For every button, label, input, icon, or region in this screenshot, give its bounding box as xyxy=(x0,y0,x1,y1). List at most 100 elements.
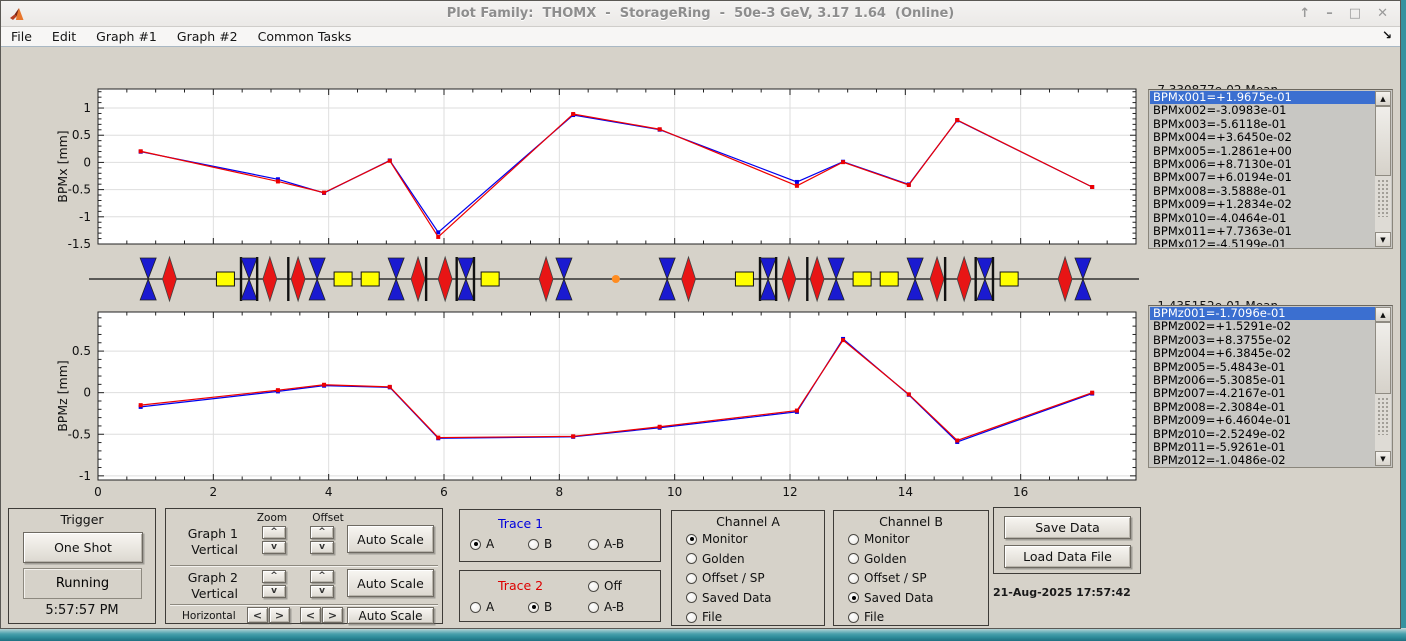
radio-channel-a-monitor[interactable]: Monitor xyxy=(686,532,748,546)
sextupole-icon xyxy=(956,255,972,303)
svg-text:10: 10 xyxy=(667,485,682,499)
minimize-icon[interactable]: – xyxy=(1326,4,1333,24)
radio-trace2-off[interactable]: Off xyxy=(588,579,622,593)
trace1-panel-title: Trace 1 xyxy=(498,516,544,531)
title-bar: Plot Family: THOMX - StorageRing - 50e-3… xyxy=(1,1,1400,27)
list-item[interactable]: BPMx005=-1.2861e+00 xyxy=(1150,144,1375,158)
graph1-zoom-up-button[interactable]: ^ xyxy=(262,526,286,539)
graph2-zoom-up-button[interactable]: ^ xyxy=(262,570,286,583)
radio-label: File xyxy=(864,610,885,624)
bpmx-scrollbar[interactable]: ▲ ▼ xyxy=(1375,91,1391,247)
radio-channel-b-saved-data[interactable]: Saved Data xyxy=(848,591,934,605)
radio-trace1-b[interactable]: B xyxy=(528,537,552,551)
menu-item-graph-1[interactable]: Graph #1 xyxy=(86,29,167,44)
menu-item-graph-2[interactable]: Graph #2 xyxy=(167,29,248,44)
trace1-panel: Trace 1 A B A-B xyxy=(459,509,661,562)
list-item[interactable]: BPMx009=+1.2834e-02 xyxy=(1150,197,1375,211)
close-icon[interactable]: ✕ xyxy=(1377,4,1388,24)
list-item[interactable]: BPMz011=-5.9261e-01 xyxy=(1150,440,1375,454)
bpmx-plot: 1 0.5 0 -0.5 -1 -1.5 BPMx [mm] xyxy=(55,88,1137,251)
sextupole-icon xyxy=(929,255,945,303)
list-item[interactable]: BPMx012=-4.5199e-01 xyxy=(1150,237,1375,247)
radio-button-icon xyxy=(848,611,859,623)
radio-trace2-a[interactable]: A xyxy=(470,600,494,614)
one-shot-button[interactable]: One Shot xyxy=(23,532,143,563)
bpm-marker-icon xyxy=(974,257,977,301)
horizontal-zoom-left-button[interactable]: < xyxy=(247,607,268,623)
bpmx-listbox[interactable]: BPMx001=+1.9675e-01 BPMx002=-3.0983e-01 BP… xyxy=(1148,89,1393,249)
graph1-offset-down-button[interactable]: v xyxy=(310,541,334,554)
radio-button-icon xyxy=(470,601,481,613)
list-item[interactable]: BPMz009=+6.4604e-01 xyxy=(1150,413,1375,427)
bpmz-scrollbar[interactable]: ▲ ▼ xyxy=(1375,307,1391,466)
dock-figure-icon[interactable]: ↘ xyxy=(1382,28,1392,42)
radio-trace1-a[interactable]: A xyxy=(470,537,494,551)
bpm-marker-icon xyxy=(239,257,243,301)
horizontal-auto-scale-button[interactable]: Auto Scale xyxy=(347,607,434,624)
list-item[interactable]: BPMx001=+1.9675e-01 xyxy=(1150,91,1375,105)
list-item[interactable]: BPMx007=+6.0194e-01 xyxy=(1150,170,1375,184)
graph1-offset-up-button[interactable]: ^ xyxy=(310,526,334,539)
radio-channel-b-golden[interactable]: Golden xyxy=(848,552,907,566)
plots-canvas: 10.50-0.5-1-1.5BPMx [mm]0.50-0.5-10 2 4 6 8 1… xyxy=(55,88,1139,499)
radio-channel-a-golden[interactable]: Golden xyxy=(686,552,745,566)
load-data-file-button[interactable]: Load Data File xyxy=(1004,545,1131,568)
list-item[interactable]: BPMz006=-5.3085e-01 xyxy=(1150,373,1375,387)
horizontal-zoom-right-button[interactable]: > xyxy=(269,607,290,623)
radio-channel-b-offset-sp[interactable]: Offset / SP xyxy=(848,571,927,585)
menu-item-edit[interactable]: Edit xyxy=(42,29,86,44)
trigger-panel-title: Trigger xyxy=(60,512,104,527)
sextupole-icon xyxy=(781,255,797,303)
bpmz-listbox[interactable]: BPMz001=-1.7096e-01 BPMz002=+1.5291e-02 BP… xyxy=(1148,305,1393,468)
list-item[interactable]: BPMx002=-3.0983e-01 xyxy=(1150,103,1375,117)
horizontal-offset-left-button[interactable]: < xyxy=(300,607,321,623)
scrollbar-thumb[interactable] xyxy=(1375,106,1391,176)
scroll-down-icon[interactable]: ▼ xyxy=(1375,451,1391,466)
undock-icon[interactable]: ↑ xyxy=(1299,4,1310,24)
list-item[interactable]: BPMz003=+8.3755e-02 xyxy=(1150,333,1375,347)
list-item[interactable]: BPMx011=+7.7363e-01 xyxy=(1150,224,1375,238)
radio-trace2-a-b[interactable]: A-B xyxy=(588,600,624,614)
radio-channel-a-saved-data[interactable]: Saved Data xyxy=(686,591,772,605)
graph1-zoom-down-button[interactable]: v xyxy=(262,541,286,554)
list-item[interactable]: BPMz001=-1.7096e-01 xyxy=(1150,307,1375,321)
radio-channel-a-offset-sp[interactable]: Offset / SP xyxy=(686,571,765,585)
list-item[interactable]: BPMz002=+1.5291e-02 xyxy=(1150,319,1375,333)
separator xyxy=(170,565,438,567)
graph2-auto-scale-button[interactable]: Auto Scale xyxy=(347,569,434,597)
list-item[interactable]: BPMx006=+8.7130e-01 xyxy=(1150,157,1375,171)
radio-trace2-b[interactable]: B xyxy=(528,600,552,614)
scrollbar-thumb[interactable] xyxy=(1375,322,1391,394)
list-item[interactable]: BPMx010=-4.0464e-01 xyxy=(1150,211,1375,225)
scroll-up-icon[interactable]: ▲ xyxy=(1375,91,1391,106)
graph2-zoom-down-button[interactable]: v xyxy=(262,585,286,598)
horizontal-offset-right-button[interactable]: > xyxy=(322,607,343,623)
list-item[interactable]: BPMz005=-5.4843e-01 xyxy=(1150,360,1375,374)
save-data-button[interactable]: Save Data xyxy=(1004,516,1131,539)
scroll-up-icon[interactable]: ▲ xyxy=(1375,307,1391,322)
list-item[interactable]: BPMz007=-4.2167e-01 xyxy=(1150,386,1375,400)
svg-text:0: 0 xyxy=(83,386,91,400)
list-item[interactable]: BPMz008=-2.3084e-01 xyxy=(1150,400,1375,414)
scroll-down-icon[interactable]: ▼ xyxy=(1375,232,1391,247)
graph2-label: Graph 2 xyxy=(187,570,238,585)
menu-item-common-tasks[interactable]: Common Tasks xyxy=(248,29,362,44)
list-item[interactable]: BPMx003=-5.6118e-01 xyxy=(1150,117,1375,131)
list-item[interactable]: BPMz010=-2.5249e-02 xyxy=(1150,427,1375,441)
graph2-offset-down-button[interactable]: v xyxy=(310,585,334,598)
radio-channel-a-file[interactable]: File xyxy=(686,610,722,624)
bpm-marker-icon xyxy=(255,257,259,301)
radio-channel-b-monitor[interactable]: Monitor xyxy=(848,532,910,546)
list-item[interactable]: BPMz012=-1.0486e-02 xyxy=(1150,453,1375,466)
list-item[interactable]: BPMx008=-3.5888e-01 xyxy=(1150,184,1375,198)
radio-channel-b-file[interactable]: File xyxy=(848,610,884,624)
list-item[interactable]: BPMz004=+6.3845e-02 xyxy=(1150,346,1375,360)
maximize-icon[interactable]: □ xyxy=(1349,4,1361,24)
radio-button-icon xyxy=(848,572,859,584)
menu-item-file[interactable]: File xyxy=(1,29,42,44)
point-marker-icon xyxy=(611,275,620,283)
graph2-offset-up-button[interactable]: ^ xyxy=(310,570,334,583)
graph1-auto-scale-button[interactable]: Auto Scale xyxy=(347,525,434,553)
list-item[interactable]: BPMx004=+3.6450e-02 xyxy=(1150,130,1375,144)
radio-trace1-a-b[interactable]: A-B xyxy=(588,537,624,551)
